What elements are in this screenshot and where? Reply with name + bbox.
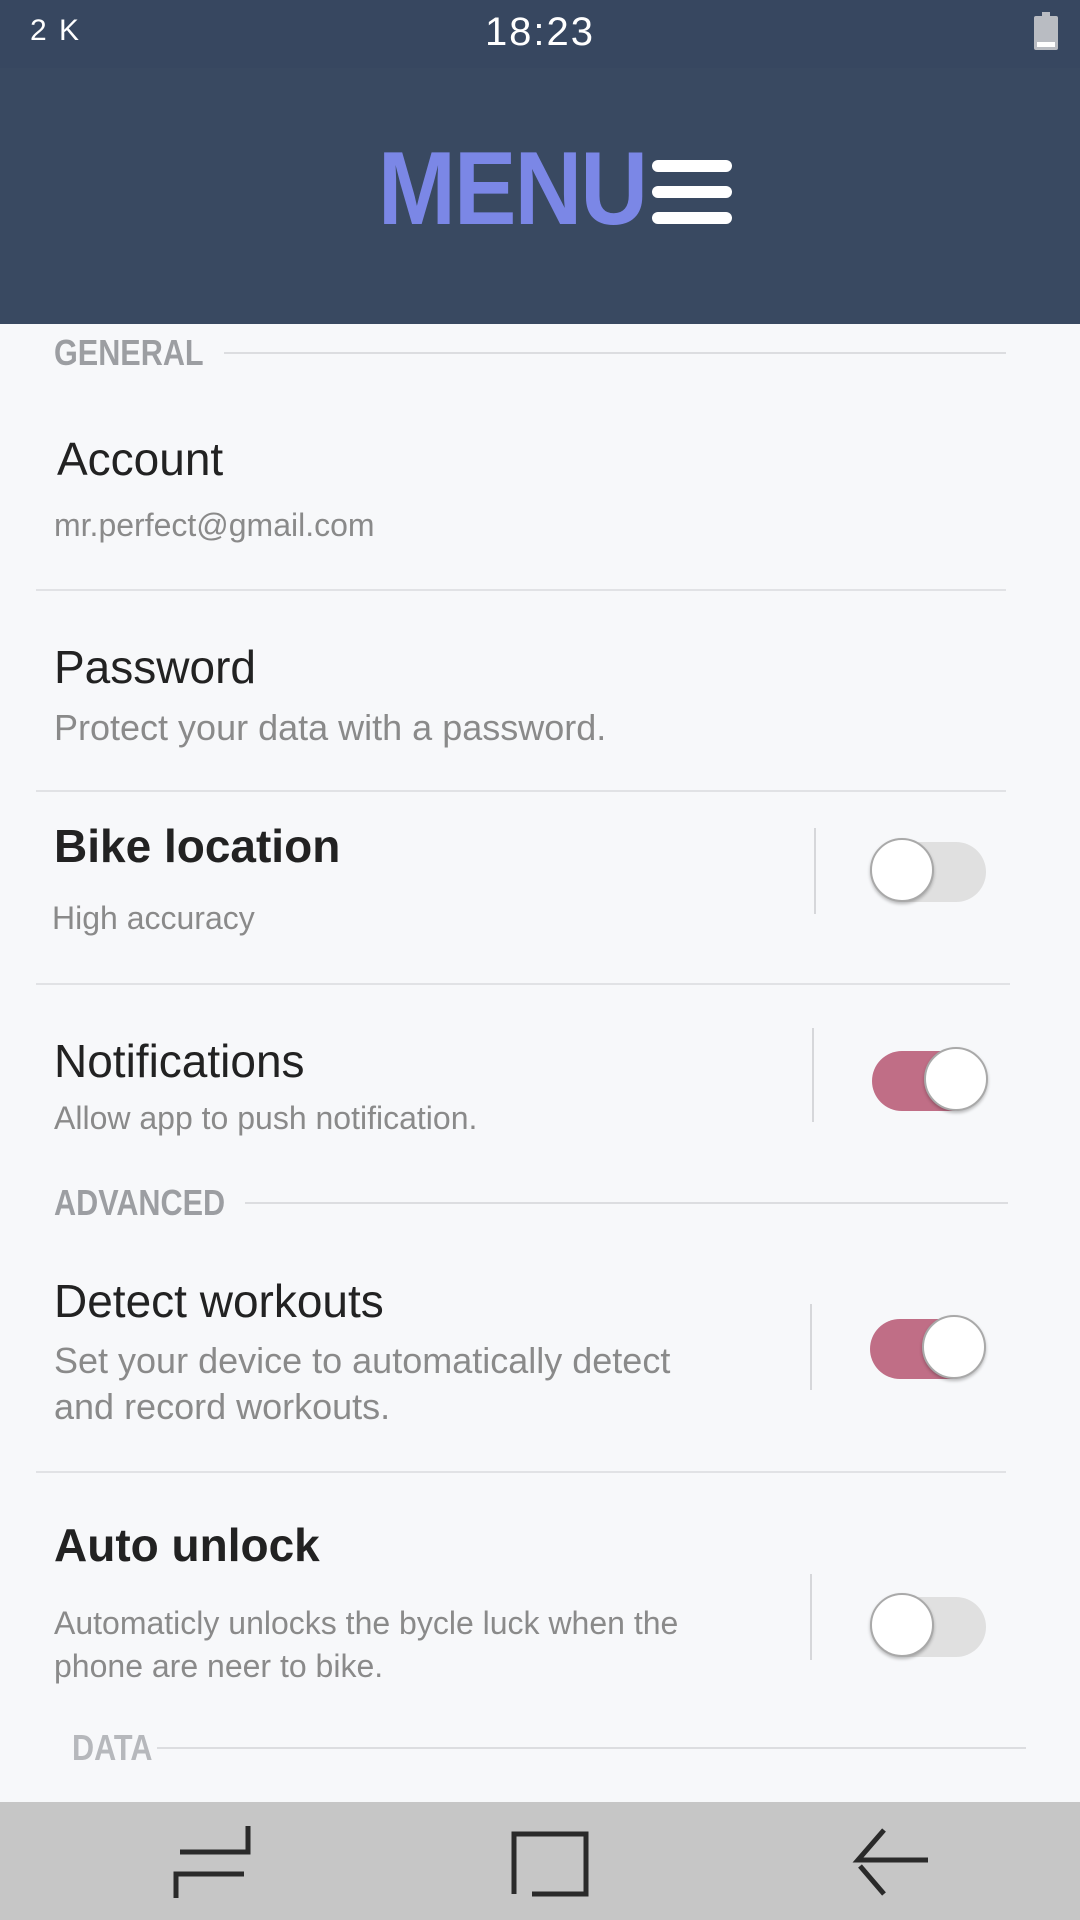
- row-divider: [36, 790, 1006, 792]
- toggle-thumb: [870, 1593, 934, 1657]
- detect-workouts-subtitle-line1: Set your device to automatically detect: [54, 1340, 671, 1381]
- password-subtitle: Protect your data with a password.: [54, 707, 607, 748]
- detect-workouts-subtitle-line2: and record workouts.: [54, 1386, 391, 1427]
- bike-location-subtitle: High accuracy: [52, 900, 255, 936]
- auto-unlock-toggle[interactable]: [870, 1593, 986, 1657]
- account-email: mr.perfect@gmail.com: [54, 507, 375, 543]
- section-divider: [224, 352, 1006, 354]
- section-divider: [245, 1202, 1008, 1204]
- battery-icon: [1034, 12, 1058, 50]
- toggle-thumb: [922, 1315, 986, 1379]
- section-label: GENERAL: [54, 332, 204, 373]
- hamburger-icon[interactable]: [652, 160, 733, 224]
- notifications-toggle[interactable]: [872, 1047, 988, 1111]
- auto-unlock-subtitle-line2: phone are neer to bike.: [54, 1648, 384, 1684]
- toggle-separator: [814, 828, 816, 914]
- back-icon[interactable]: [848, 1822, 928, 1902]
- auto-unlock-subtitle-line1: Automaticly unlocks the bycle luck when …: [54, 1605, 679, 1641]
- bike-location-toggle[interactable]: [870, 838, 986, 902]
- navigation-bar: [0, 1802, 1080, 1920]
- section-divider: [156, 1747, 1026, 1749]
- row-divider: [36, 983, 1010, 985]
- bike-location-title: Bike location: [54, 820, 341, 872]
- status-bar: 2 K 18:23: [0, 0, 1080, 68]
- recents-icon[interactable]: [172, 1822, 252, 1902]
- toggle-separator: [810, 1574, 812, 1660]
- row-divider: [36, 1471, 1006, 1473]
- app-header: MENU: [0, 68, 1080, 324]
- status-time: 18:23: [484, 10, 596, 54]
- toggle-separator: [810, 1304, 812, 1390]
- row-divider: [36, 589, 1006, 591]
- detect-workouts-toggle[interactable]: [870, 1315, 986, 1379]
- section-data: DATA: [72, 1725, 1026, 1771]
- section-advanced: ADVANCED: [54, 1180, 1008, 1226]
- notifications-subtitle: Allow app to push notification.: [54, 1100, 478, 1136]
- home-icon[interactable]: [510, 1822, 590, 1902]
- toggle-separator: [812, 1028, 814, 1122]
- account-title: Account: [57, 433, 224, 485]
- section-label: DATA: [72, 1727, 153, 1768]
- section-label: ADVANCED: [54, 1182, 226, 1223]
- section-general: GENERAL: [54, 330, 1006, 376]
- password-title: Password: [54, 641, 256, 693]
- detect-workouts-title: Detect workouts: [54, 1275, 384, 1327]
- menu-title: MENU: [377, 131, 648, 247]
- toggle-thumb: [870, 838, 934, 902]
- auto-unlock-title: Auto unlock: [54, 1519, 320, 1571]
- toggle-thumb: [924, 1047, 988, 1111]
- notifications-title: Notifications: [54, 1035, 305, 1087]
